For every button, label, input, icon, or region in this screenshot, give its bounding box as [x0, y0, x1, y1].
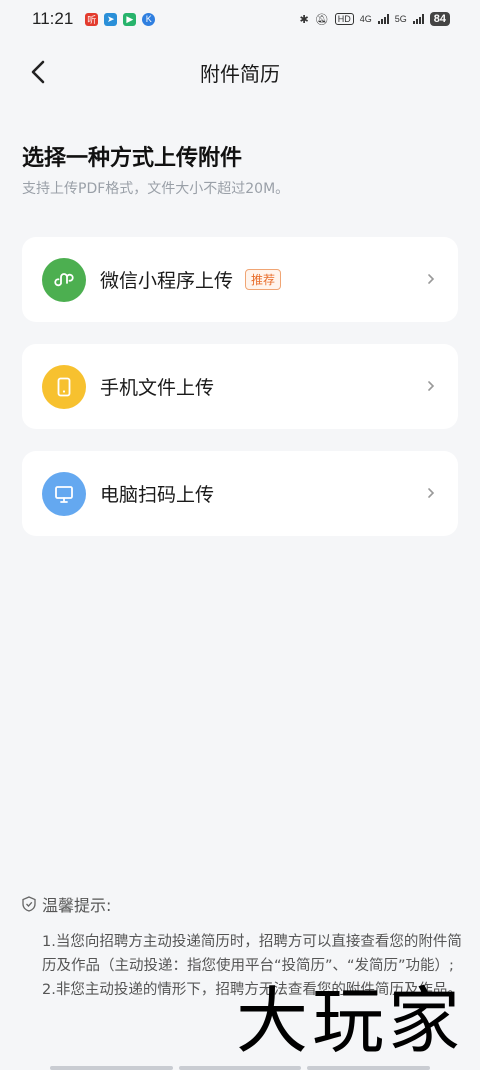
tips-header: 温馨提示:	[22, 892, 462, 916]
hd-label: HD	[334, 13, 354, 25]
shield-check-icon	[22, 896, 36, 912]
wechat-miniprogram-upload-option[interactable]: 微信小程序上传 推荐	[22, 237, 458, 322]
gesture-bar	[50, 1066, 431, 1070]
network-5g-label: 5G	[394, 14, 407, 24]
upload-heading: 选择一种方式上传附件	[22, 146, 243, 171]
telegram-icon: ➤	[104, 12, 118, 26]
status-time: 11:21	[32, 9, 74, 28]
ting-app-icon: 听	[85, 12, 99, 26]
page-title: 附件简历	[200, 61, 280, 86]
battery-indicator: 84	[429, 12, 450, 26]
signal-5g-icon	[412, 14, 424, 24]
upload-hint: 支持上传PDF格式，文件大小不超过20M。	[22, 181, 290, 197]
computer-scan-upload-option[interactable]: 电脑扫码上传	[22, 451, 458, 536]
wechat-miniprogram-icon	[42, 257, 86, 302]
network-4g-label: 4G	[359, 14, 372, 24]
chevron-right-icon	[428, 488, 435, 498]
status-bar: 11:21 听 ➤ ▶ K ✱ 🔕︎ HD 4G 5G 84	[0, 0, 480, 38]
computer-icon	[42, 471, 86, 516]
chevron-right-icon	[428, 274, 435, 284]
mute-icon: 🔕︎	[314, 13, 329, 26]
k-app-icon: K	[142, 12, 156, 26]
option-label: 微信小程序上传	[100, 270, 234, 292]
back-arrow-icon[interactable]	[26, 58, 52, 86]
play-icon: ▶	[123, 12, 137, 26]
phone-icon	[42, 364, 86, 409]
status-indicators: ✱ 🔕︎ HD 4G 5G 84	[300, 12, 450, 26]
option-label: 电脑扫码上传	[100, 484, 215, 506]
status-app-icons: 听 ➤ ▶ K	[85, 12, 156, 26]
nav-bar: 附件简历	[0, 44, 480, 100]
bluetooth-icon: ✱	[299, 13, 309, 26]
phone-file-upload-option[interactable]: 手机文件上传	[22, 344, 458, 429]
tips-title: 温馨提示:	[42, 896, 112, 915]
chevron-right-icon	[428, 381, 435, 391]
signal-4g-icon	[377, 14, 389, 24]
recommended-badge: 推荐	[245, 269, 282, 290]
option-label: 手机文件上传	[100, 377, 215, 399]
watermark: 大玩家	[236, 979, 465, 1063]
tip-1: 1.当您向招聘方主动投递简历时，招聘方可以直接查看您的附件简历及作品（主动投递：…	[42, 934, 462, 974]
